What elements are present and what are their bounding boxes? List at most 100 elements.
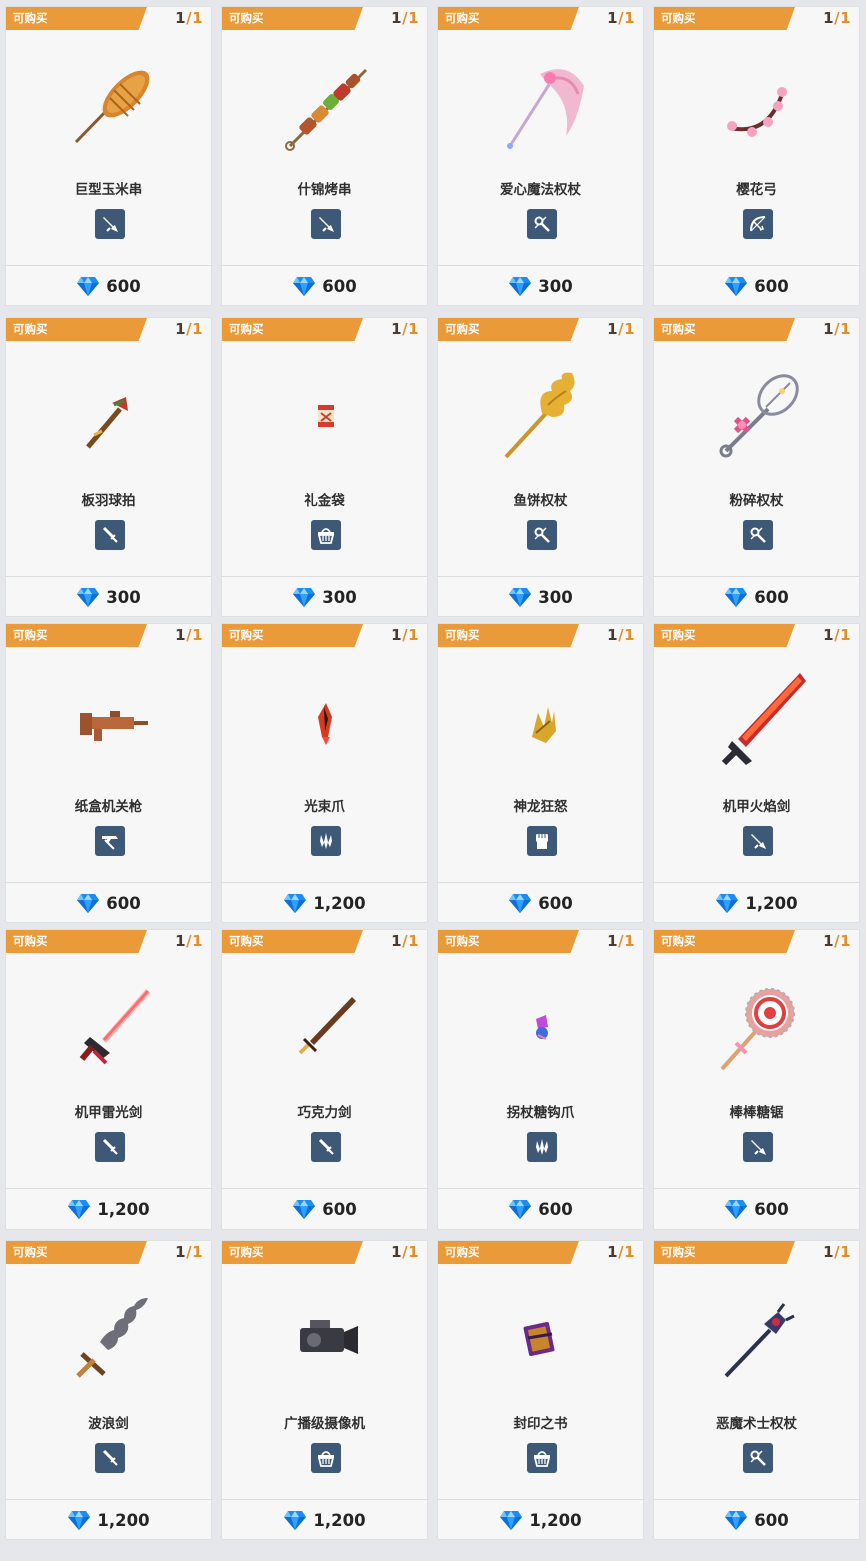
- price-button[interactable]: 300: [438, 273, 643, 299]
- item-name: 封印之书: [513, 1416, 568, 1432]
- shop-item-card[interactable]: 可购买 1/1 粉碎权杖 600: [653, 317, 860, 617]
- price-button[interactable]: 600: [654, 1507, 859, 1533]
- item-name: 礼金袋: [304, 493, 345, 509]
- price-button[interactable]: 600: [438, 890, 643, 916]
- price-value: 600: [538, 893, 573, 913]
- price-button[interactable]: 1,200: [654, 890, 859, 916]
- price-button[interactable]: 600: [6, 890, 211, 916]
- shop-item-card[interactable]: 可购买 1/1 樱花弓 600: [653, 6, 860, 306]
- purchasable-badge: 可购买: [6, 624, 147, 647]
- shop-item-card[interactable]: 可购买 1/1 礼金袋 300: [221, 317, 428, 617]
- mech-laser-sword-icon: [54, 973, 166, 1085]
- shop-item-card[interactable]: 可购买 1/1 光束爪 1,200: [221, 623, 428, 923]
- purchasable-badge: 可购买: [438, 1241, 579, 1264]
- item-name: 爱心魔法权杖: [500, 182, 581, 198]
- stock-current: 1: [175, 1243, 187, 1261]
- divider: [438, 576, 643, 577]
- divider: [438, 265, 643, 266]
- staff-icon: [527, 520, 557, 550]
- price-value: 600: [538, 1199, 573, 1219]
- shop-item-card[interactable]: 可购买 1/1 鱼饼权杖 300: [437, 317, 644, 617]
- greatsword-icon: [311, 209, 341, 239]
- stock-max: 1: [840, 932, 851, 950]
- stock-current: 1: [607, 626, 619, 644]
- stock-count: 1/1: [823, 932, 851, 950]
- price-button[interactable]: 600: [438, 1196, 643, 1222]
- diamond-icon: [724, 1509, 748, 1531]
- item-name: 什锦烤串: [297, 182, 352, 198]
- shop-item-card[interactable]: 可购买 1/1 纸盒机关枪 600: [5, 623, 212, 923]
- price-button[interactable]: 1,200: [222, 890, 427, 916]
- shop-item-card[interactable]: 可购买 1/1 什锦烤串 600: [221, 6, 428, 306]
- stock-max: 1: [624, 320, 635, 338]
- stock-count: 1/1: [391, 320, 419, 338]
- divider: [654, 1499, 859, 1500]
- price-button[interactable]: 600: [222, 273, 427, 299]
- price-button[interactable]: 600: [6, 273, 211, 299]
- price-button[interactable]: 300: [222, 584, 427, 610]
- price-button[interactable]: 300: [438, 584, 643, 610]
- item-name: 鱼饼权杖: [513, 493, 568, 509]
- purchasable-badge: 可购买: [654, 624, 795, 647]
- staff-icon: [743, 520, 773, 550]
- price-button[interactable]: 1,200: [222, 1507, 427, 1533]
- shop-item-card[interactable]: 可购买 1/1 巧克力剑 600: [221, 929, 428, 1230]
- shop-item-card[interactable]: 可购买 1/1 封印之书 1,200: [437, 1240, 644, 1540]
- shop-item-card[interactable]: 可购买 1/1 拐杖糖钩爪 600: [437, 929, 644, 1230]
- price-button[interactable]: 1,200: [6, 1507, 211, 1533]
- divider: [6, 882, 211, 883]
- price-button[interactable]: 1,200: [438, 1507, 643, 1533]
- shop-item-card[interactable]: 可购买 1/1 机甲雷光剑 1,200: [5, 929, 212, 1230]
- item-name: 樱花弓: [736, 182, 777, 198]
- stock-count: 1/1: [175, 626, 203, 644]
- price-button[interactable]: 1,200: [6, 1196, 211, 1222]
- shop-item-card[interactable]: 可购买 1/1 爱心魔法权杖 300: [437, 6, 644, 306]
- shop-item-card[interactable]: 可购买 1/1 神龙狂怒 600: [437, 623, 644, 923]
- stock-current: 1: [607, 932, 619, 950]
- item-name: 广播级摄像机: [284, 1416, 365, 1432]
- stock-current: 1: [391, 932, 403, 950]
- shop-item-card[interactable]: 可购买 1/1 棒棒糖锯 600: [653, 929, 860, 1230]
- price-value: 1,200: [97, 1510, 150, 1530]
- shuttlecock-racket-icon: [54, 361, 166, 473]
- price-button[interactable]: 600: [654, 1196, 859, 1222]
- price-value: 600: [322, 276, 357, 296]
- divider: [438, 1188, 643, 1189]
- divider: [438, 1499, 643, 1500]
- divider: [222, 1499, 427, 1500]
- camcorder-icon: [270, 1284, 382, 1396]
- stock-current: 1: [607, 320, 619, 338]
- stock-count: 1/1: [175, 932, 203, 950]
- shop-item-card[interactable]: 可购买 1/1 板羽球拍 300: [5, 317, 212, 617]
- price-value: 600: [754, 1199, 789, 1219]
- shop-item-card[interactable]: 可购买 1/1 广播级摄像机 1,200: [221, 1240, 428, 1540]
- purchasable-badge: 可购买: [6, 7, 147, 30]
- price-value: 300: [538, 587, 573, 607]
- divider: [222, 265, 427, 266]
- divider: [654, 1188, 859, 1189]
- price-button[interactable]: 600: [222, 1196, 427, 1222]
- shop-item-card[interactable]: 可购买 1/1 巨型玉米串 600: [5, 6, 212, 306]
- price-button[interactable]: 600: [654, 273, 859, 299]
- stock-current: 1: [823, 320, 835, 338]
- shop-item-card[interactable]: 可购买 1/1 恶魔术士权杖 600: [653, 1240, 860, 1540]
- diamond-icon: [67, 1198, 91, 1220]
- stock-max: 1: [408, 9, 419, 27]
- diamond-icon: [724, 1198, 748, 1220]
- diamond-icon: [508, 275, 532, 297]
- stock-current: 1: [175, 9, 187, 27]
- stock-count: 1/1: [607, 1243, 635, 1261]
- stock-current: 1: [391, 1243, 403, 1261]
- diamond-icon: [283, 892, 307, 914]
- wave-sword-icon: [54, 1284, 166, 1396]
- diamond-icon: [292, 1198, 316, 1220]
- shop-item-card[interactable]: 可购买 1/1 波浪剑 1,200: [5, 1240, 212, 1540]
- price-button[interactable]: 600: [654, 584, 859, 610]
- item-name: 拐杖糖钩爪: [506, 1105, 575, 1121]
- lollipop-saw-icon: [702, 973, 814, 1085]
- shop-item-card[interactable]: 可购买 1/1 机甲火焰剑 1,200: [653, 623, 860, 923]
- price-button[interactable]: 300: [6, 584, 211, 610]
- stock-count: 1/1: [607, 320, 635, 338]
- purchasable-badge: 可购买: [654, 7, 795, 30]
- sakura-bow-icon: [702, 50, 814, 162]
